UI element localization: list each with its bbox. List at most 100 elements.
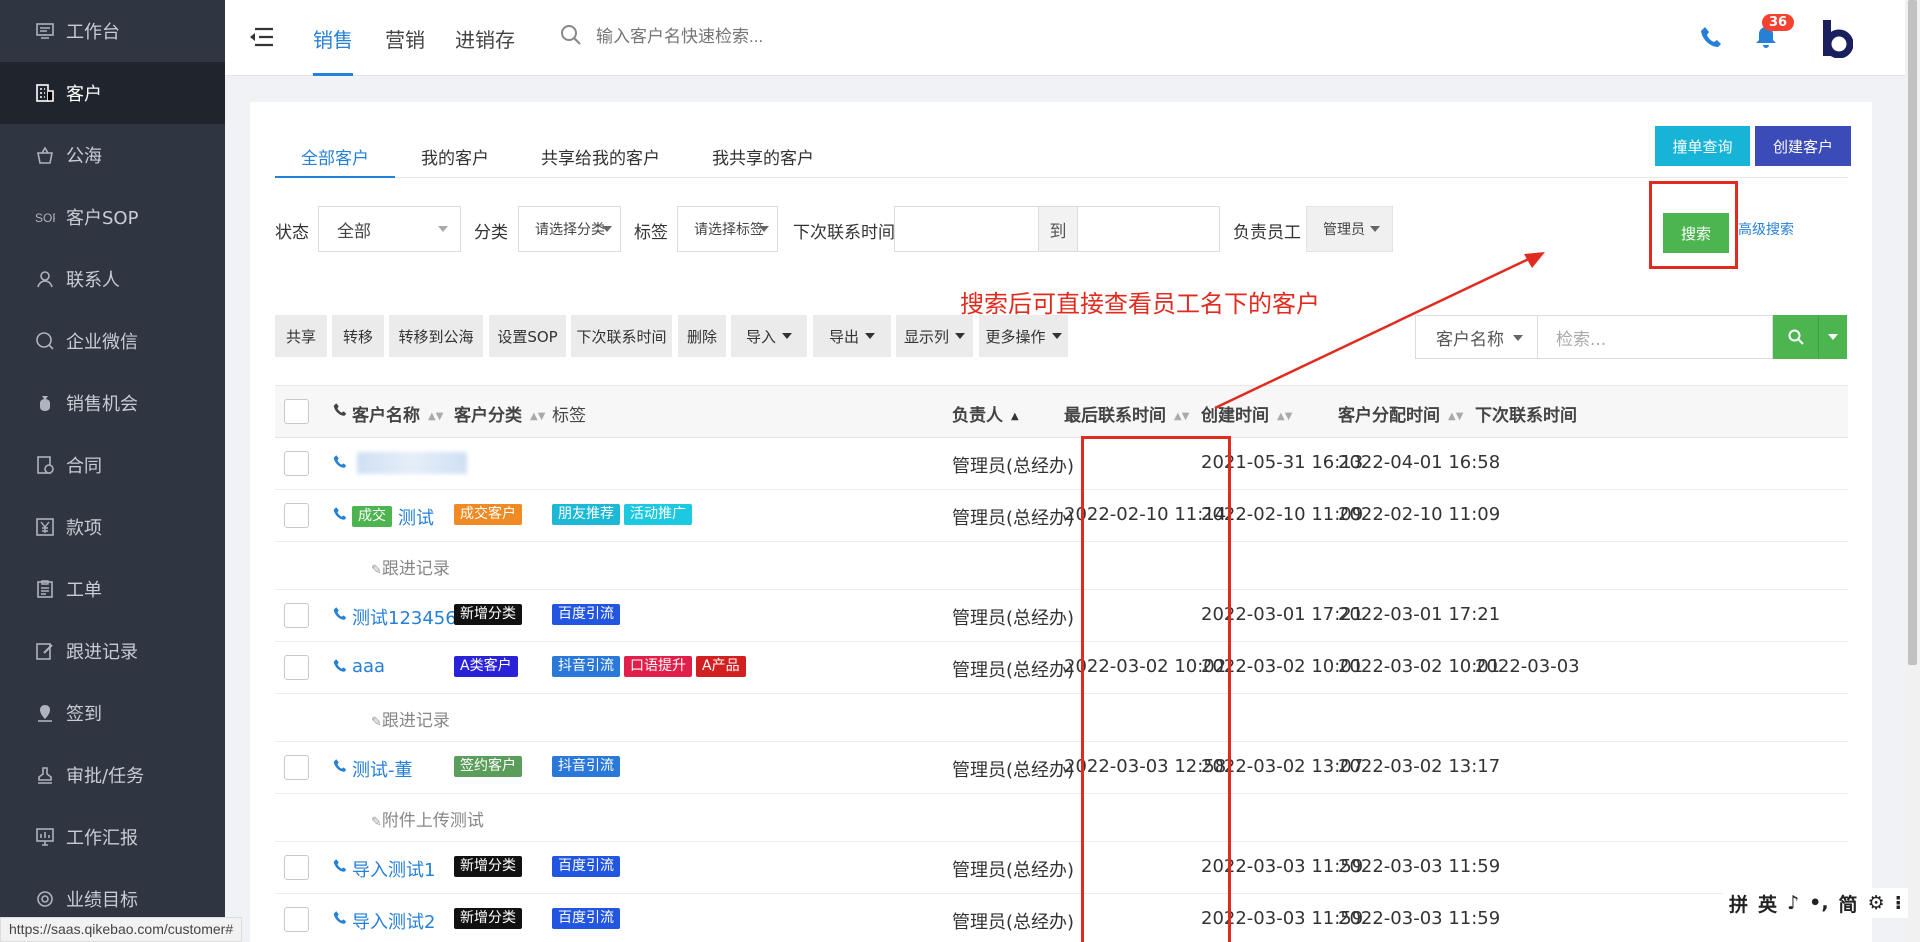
table-search-dropdown[interactable] (1818, 315, 1847, 359)
tag-select[interactable]: 请选择标签 (677, 206, 778, 252)
action-button[interactable]: 转移 (332, 315, 384, 357)
row-checkbox[interactable] (284, 603, 309, 628)
category-tag: 新增分类 (454, 604, 522, 625)
ime-item[interactable]: ♪ (1787, 892, 1799, 914)
sidebar-item[interactable]: 工单 (0, 558, 225, 620)
ime-item[interactable]: 英 (1758, 890, 1777, 917)
create-customer-button[interactable]: 创建客户 (1755, 126, 1851, 166)
table-row[interactable]: 导入测试2 新增分类 百度引流 管理员(总经办) 2022-03-03 11:59 202… (275, 894, 1848, 942)
sidebar-item[interactable]: 销售机会 (0, 372, 225, 434)
tab-shared-by-me[interactable]: 我共享的客户 (686, 124, 840, 178)
col-owner[interactable]: 负责人 ▲ (952, 401, 1019, 426)
row-checkbox[interactable] (284, 451, 309, 476)
top-tab-inventory[interactable]: 进销存 (455, 24, 515, 76)
phone-icon[interactable] (333, 658, 347, 677)
phone-icon[interactable] (333, 758, 347, 777)
table-search-input[interactable]: 检索... (1538, 315, 1773, 359)
svg-text:SOP: SOP (35, 211, 55, 225)
top-tab-marketing[interactable]: 营销 (385, 24, 425, 76)
follow-up-link[interactable]: ✎附件上传测试 (371, 806, 484, 831)
table-row[interactable]: 导入测试1 新增分类 百度引流 管理员(总经办) 2022-03-03 11:59 202… (275, 842, 1848, 894)
customer-name-link[interactable]: 导入测试2 (352, 908, 435, 934)
table-row[interactable]: 管理员(总经办) 2021-05-31 16:13 2022-04-01 16:58 (275, 438, 1848, 490)
col-category[interactable]: 客户分类 ▲▼ (454, 401, 545, 426)
row-checkbox[interactable] (284, 755, 309, 780)
action-button[interactable]: 导入 (731, 315, 807, 357)
action-button[interactable]: 显示列 (896, 315, 973, 357)
sidebar-item[interactable]: 工作汇报 (0, 806, 225, 868)
date-to-input[interactable] (1077, 206, 1220, 252)
action-button[interactable]: 删除 (678, 315, 726, 357)
tab-shared-to-me[interactable]: 共享给我的客户 (515, 124, 686, 178)
action-button[interactable]: 设置SOP (489, 315, 566, 357)
ime-item[interactable]: 拼 (1729, 890, 1748, 917)
row-checkbox[interactable] (284, 907, 309, 932)
sidebar-item[interactable]: 联系人 (0, 248, 225, 310)
sidebar-item-label: 销售机会 (66, 394, 138, 415)
customer-name-link[interactable]: aaa (352, 656, 385, 677)
sidebar-item[interactable]: 款项 (0, 496, 225, 558)
phone-icon[interactable] (333, 506, 347, 525)
sidebar-item[interactable]: 审批/任务 (0, 744, 225, 806)
sidebar-item[interactable]: SOP 客户SOP (0, 186, 225, 248)
date-from-input[interactable] (894, 206, 1039, 252)
advanced-search-link[interactable]: 高级搜索 (1738, 219, 1794, 239)
sidebar-item[interactable]: 客户 (0, 62, 225, 124)
tags-cell: 百度引流 (552, 856, 624, 877)
ime-item[interactable]: 简 (1839, 890, 1858, 917)
sidebar-item-label: 公海 (66, 146, 102, 167)
search-icon (560, 24, 582, 50)
sidebar-item[interactable]: 签到 (0, 682, 225, 744)
sidebar-item[interactable]: 跟进记录 (0, 620, 225, 682)
row-checkbox[interactable] (284, 503, 309, 528)
sidebar-item[interactable]: 工作台 (0, 0, 225, 62)
phone-icon[interactable] (1700, 25, 1722, 53)
customer-name-link[interactable]: 测试-董 (352, 756, 413, 782)
label-tag: 抖音引流 (552, 656, 620, 677)
menu-toggle-icon[interactable] (249, 26, 275, 48)
action-button[interactable]: 导出 (813, 315, 891, 357)
category-select[interactable]: 请选择分类 (518, 206, 621, 252)
row-checkbox[interactable] (284, 855, 309, 880)
ime-item[interactable]: •, (1809, 892, 1828, 914)
tab-my-customers[interactable]: 我的客户 (395, 124, 515, 178)
follow-up-link[interactable]: ✎跟进记录 (371, 554, 450, 579)
follow-up-link[interactable]: ✎跟进记录 (371, 706, 450, 731)
col-last-contact[interactable]: 最后联系时间 ▲▼ (1064, 401, 1189, 426)
phone-icon[interactable] (333, 910, 347, 929)
ime-item[interactable]: ⁝ (1895, 892, 1902, 914)
sidebar-item[interactable]: 公海 (0, 124, 225, 186)
ime-item[interactable]: ⚙ (1868, 892, 1885, 914)
scroll-thumb[interactable] (1908, 0, 1917, 665)
stamp-icon (34, 764, 56, 786)
quick-check-button[interactable]: 撞单查询 (1655, 126, 1750, 166)
action-button[interactable]: 共享 (275, 315, 327, 357)
table-search-button[interactable] (1773, 315, 1818, 359)
select-all-checkbox[interactable] (284, 399, 309, 424)
table-row[interactable]: 测试-董 签约客户 抖音引流 管理员(总经办) 2022-03-03 12:58 2022… (275, 742, 1848, 794)
top-tab-sales[interactable]: 销售 (313, 24, 353, 76)
phone-icon[interactable] (333, 606, 347, 625)
col-customer-name[interactable]: 客户名称 ▲▼ (352, 401, 443, 426)
brand-logo[interactable] (1821, 20, 1854, 62)
customer-name-link[interactable]: 测试 (398, 504, 434, 530)
phone-icon[interactable] (333, 858, 347, 877)
page-scrollbar[interactable] (1905, 0, 1920, 942)
sidebar-item[interactable]: 企业微信 (0, 310, 225, 372)
tab-all-customers[interactable]: 全部客户 (275, 124, 395, 178)
sidebar-item[interactable]: 合同 (0, 434, 225, 496)
action-button[interactable]: 下次联系时间 (571, 315, 672, 357)
row-checkbox[interactable] (284, 655, 309, 680)
owner-label: 负责员工 (1233, 223, 1301, 243)
customer-name-link[interactable]: 导入测试1 (352, 856, 435, 882)
action-button[interactable]: 转移到公海 (389, 315, 483, 357)
global-search-input[interactable] (596, 27, 896, 47)
action-button[interactable]: 更多操作 (979, 315, 1068, 357)
table-row[interactable]: 测试123456 新增分类 百度引流 管理员(总经办) 2022-03-01 17:21… (275, 590, 1848, 642)
customer-name-link[interactable]: 测试123456 (352, 604, 457, 630)
table-row[interactable]: 成交 测试 成交客户 朋友推荐 活动推广 管理员(总经办) 2022-02-10 11:14… (275, 490, 1848, 542)
table-row[interactable]: aaa A类客户 抖音引流 口语提升 A产品 管理员(总经办) 2022-03-02 10:… (275, 642, 1848, 694)
status-select[interactable]: 全部 (318, 206, 461, 252)
phone-icon[interactable] (333, 454, 347, 473)
owner-select[interactable]: 管理员 (1306, 206, 1393, 252)
